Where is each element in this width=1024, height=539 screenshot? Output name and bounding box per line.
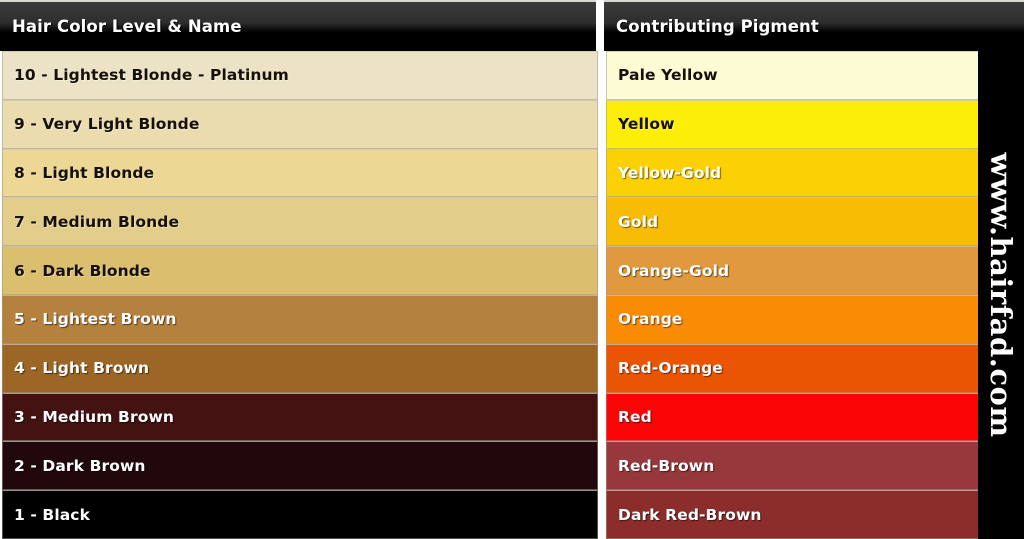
pigment-cell-1: Dark Red-Brown (606, 490, 1006, 539)
level-cell-8: 8 - Light Blonde (2, 148, 598, 198)
level-label: 5 - Lightest Brown (14, 310, 177, 329)
pigment-cell-6: Orange-Gold (606, 246, 1006, 295)
level-label: 1 - Black (14, 505, 90, 524)
pigment-label: Red-Brown (618, 456, 715, 475)
pigment-label: Red (618, 407, 652, 426)
pigment-label: Red-Orange (618, 359, 723, 378)
pigment-cell-7: Gold (606, 197, 1006, 247)
table-row: 6 - Dark Blonde Orange-Gold (0, 246, 1024, 295)
level-label: 6 - Dark Blonde (14, 261, 151, 280)
column-header-level: Hair Color Level & Name (0, 0, 596, 51)
level-cell-2: 2 - Dark Brown (2, 441, 598, 491)
table-row: 3 - Medium Brown Red (0, 392, 1024, 442)
level-label: 10 - Lightest Blonde - Platinum (14, 66, 289, 85)
level-cell-1: 1 - Black (2, 490, 598, 539)
pigment-label: Yellow (618, 115, 675, 134)
level-cell-3: 3 - Medium Brown (2, 392, 598, 442)
pigment-label: Orange-Gold (618, 261, 730, 280)
pigment-cell-4: Red-Orange (606, 343, 1006, 393)
pigment-cell-3: Red (606, 392, 1006, 442)
column-header-pigment-label: Contributing Pigment (616, 17, 819, 36)
watermark-label: www.hairfad.com (984, 152, 1018, 438)
table-body: 10 - Lightest Blonde - Platinum Pale Yell… (0, 51, 1024, 539)
pigment-label: Gold (618, 212, 659, 231)
table-row: 10 - Lightest Blonde - Platinum Pale Yell… (0, 51, 1024, 100)
level-cell-6: 6 - Dark Blonde (2, 246, 598, 295)
pigment-cell-9: Yellow (606, 99, 1006, 149)
table-row: 1 - Black Dark Red-Brown (0, 490, 1024, 539)
pigment-cell-8: Yellow-Gold (606, 148, 1006, 198)
table-row: 2 - Dark Brown Red-Brown (0, 441, 1024, 491)
pigment-label: Orange (618, 310, 683, 329)
table-row: 4 - Light Brown Red-Orange (0, 343, 1024, 393)
column-header-pigment: Contributing Pigment (604, 0, 1024, 51)
level-label: 7 - Medium Blonde (14, 212, 180, 231)
level-label: 3 - Medium Brown (14, 407, 174, 426)
table-row: 8 - Light Blonde Yellow-Gold (0, 148, 1024, 198)
level-label: 2 - Dark Brown (14, 456, 146, 475)
pigment-label: Yellow-Gold (618, 163, 722, 182)
table-row: 7 - Medium Blonde Gold (0, 197, 1024, 247)
level-label: 4 - Light Brown (14, 359, 150, 378)
level-label: 9 - Very Light Blonde (14, 115, 200, 134)
level-cell-10: 10 - Lightest Blonde - Platinum (2, 51, 598, 100)
pigment-cell-2: Red-Brown (606, 441, 1006, 491)
column-header-level-label: Hair Color Level & Name (12, 17, 242, 36)
table-header-row: Hair Color Level & Name Contributing Pig… (0, 0, 1024, 51)
pigment-cell-10: Pale Yellow (606, 51, 1006, 100)
level-label: 8 - Light Blonde (14, 163, 155, 182)
table-row: 5 - Lightest Brown Orange (0, 294, 1024, 344)
table-row: 9 - Very Light Blonde Yellow (0, 99, 1024, 149)
hair-color-level-chart: Hair Color Level & Name Contributing Pig… (0, 0, 1024, 539)
level-cell-4: 4 - Light Brown (2, 343, 598, 393)
level-cell-7: 7 - Medium Blonde (2, 197, 598, 247)
watermark-strip: www.hairfad.com (978, 51, 1024, 539)
level-cell-9: 9 - Very Light Blonde (2, 99, 598, 149)
pigment-label: Dark Red-Brown (618, 505, 762, 524)
pigment-label: Pale Yellow (618, 66, 718, 85)
level-cell-5: 5 - Lightest Brown (2, 294, 598, 344)
pigment-cell-5: Orange (606, 294, 1006, 344)
